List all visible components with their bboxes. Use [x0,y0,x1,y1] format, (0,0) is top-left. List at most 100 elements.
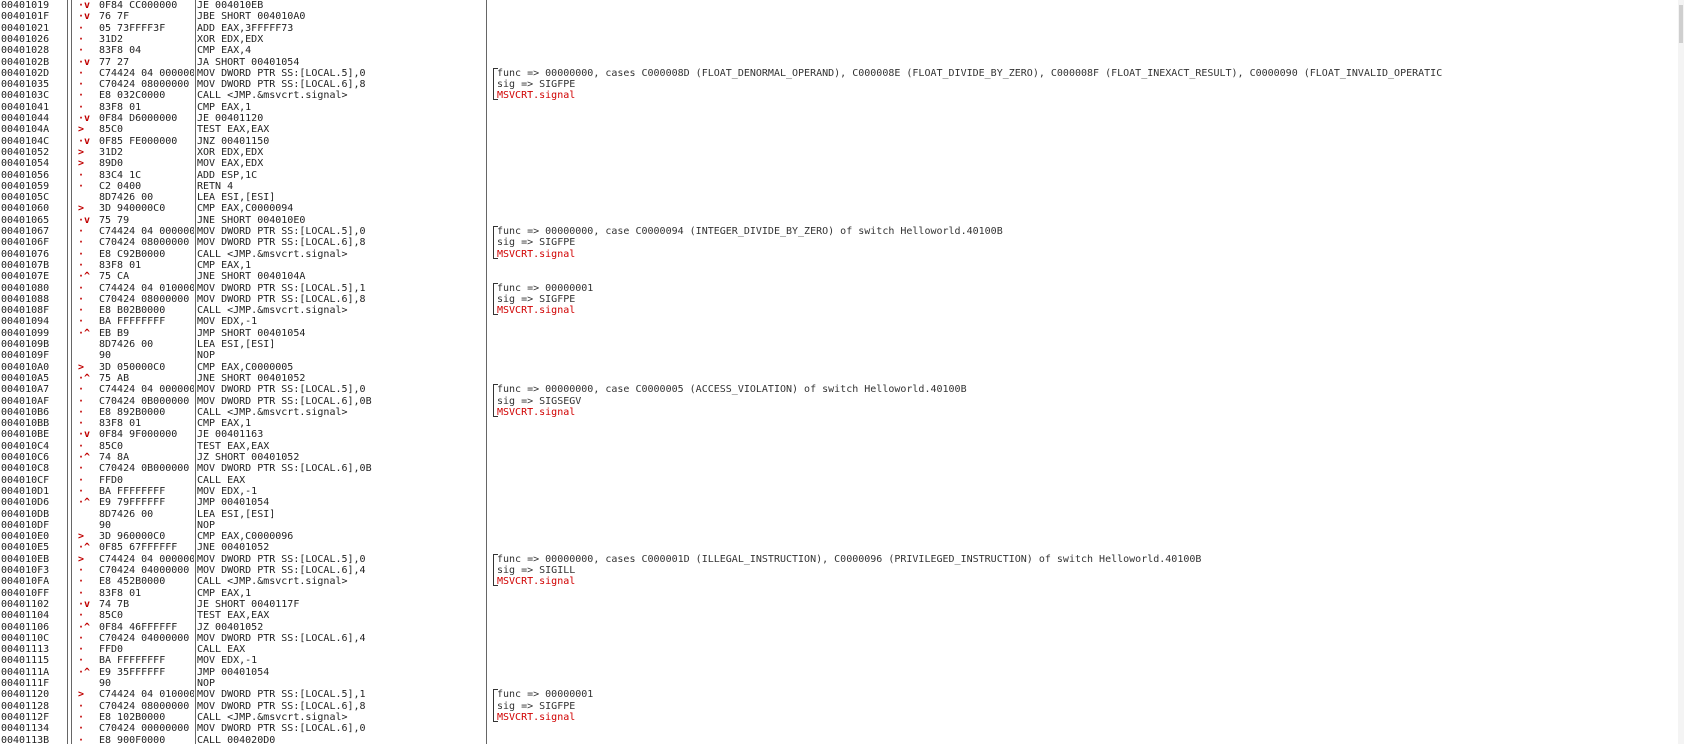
address-cell: 00401026 [1,33,50,45]
code-row[interactable]: 0040109B 8D7426 00 LEA ESI,[ESI] [0,339,1684,350]
code-row[interactable]: 00401067 · C74424 04 00000000MOV DWORD PTR… [0,226,1684,238]
code-row[interactable]: 00401052 >31D2 XOR EDX,EDX [0,147,1684,158]
code-row[interactable]: 00401080 · C74424 04 01000000MOV DWORD PTR… [0,282,1684,295]
jump-arrow-cell: · [78,33,85,45]
address-cell: 00401028 [1,45,50,57]
instruction-cell: MOV DWORD PTR SS:[LOCAL.5],0 [197,553,366,565]
instruction-cell: MOV DWORD PTR SS:[LOCAL.5],0 [197,384,366,396]
address-cell: 004010C8 [1,463,50,475]
jump-arrow-cell: · [78,734,85,746]
code-row[interactable]: 0040102D · C74424 04 00000000MOV DWORD PTR… [0,67,1684,80]
code-row[interactable]: 0040104C ·v 0F85 FE000000 JNZ 00401150 [0,136,1684,147]
address-cell: 004010CF [1,474,50,486]
code-row[interactable]: 00401115 · BA FFFFFFFF MOV EDX,-1 [0,655,1684,666]
code-row[interactable]: 00401044 ·v 0F84 D6000000 JE 00401120 [0,113,1684,124]
code-row[interactable]: 004010C6 ·^ 74 8A JZ SHORT 00401052 [0,452,1684,463]
code-row[interactable]: 004010DF 90 NOP [0,520,1684,531]
code-row[interactable]: 00401094 · BA FFFFFFFF MOV EDX,-1 [0,316,1684,327]
code-row[interactable]: 004010FF · 83F8 01 CMP EAX,1 [0,588,1684,599]
code-row[interactable]: 004010A0 >3D 050000C0 CMP EAX,C0000005 [0,362,1684,373]
instruction-cell: MOV EDX,-1 [197,655,258,667]
code-row[interactable]: 0040103C · E8 032C0000 CALL <JMP.&msvcrt.si… [0,90,1684,101]
code-row[interactable]: 004010D6 ·^ E9 79FFFFFF JMP 00401054 [0,497,1684,508]
code-row[interactable]: 00401134 · C70424 00000000 MOV DWORD PTR SS… [0,723,1684,734]
code-row[interactable]: 00401113 · FFD0 CALL EAX [0,644,1684,655]
code-row[interactable]: 0040111A ·^ E9 35FFFFFF JMP 00401054 [0,667,1684,678]
address-cell: 00401035 [1,79,50,91]
code-row[interactable]: 00401059 · C2 0400 RETN 4 [0,181,1684,192]
scrollbar-thumb[interactable] [1679,5,1683,43]
code-row[interactable]: 004010BB · 83F8 01 CMP EAX,1 [0,418,1684,429]
code-row[interactable]: 004010CF · FFD0 CALL EAX [0,475,1684,486]
vertical-scrollbar[interactable] [1678,0,1684,744]
code-row[interactable]: 00401102 ·v 74 7B JE SHORT 0040117F [0,599,1684,610]
disassembly-window: 00401019 ·v 0F84 CC000000 JE 004010EB 004010… [0,0,1684,746]
hex-bytes-cell: 85C0 [99,124,124,136]
code-row[interactable]: 00401028 · 83F8 04 CMP EAX,4 [0,45,1684,56]
code-row[interactable]: 00401106 ·^ 0F84 46FFFFFF JZ 00401052 [0,622,1684,633]
code-row[interactable]: 00401076 · E8 C92B0000 CALL <JMP.&msvcrt.si… [0,248,1684,260]
hex-bytes-cell: 0F85 67FFFFFF [99,542,178,554]
code-row[interactable]: 0040108F · E8 B02B0000 CALL <JMP.&msvcrt.si… [0,305,1684,316]
hex-bytes-cell: BA FFFFFFFF [99,485,166,497]
code-row[interactable]: 0040106F · C70424 08000000 MOV DWORD PTR SS… [0,237,1684,249]
code-row[interactable]: 00401099 ·^ EB B9 JMP SHORT 00401054 [0,328,1684,339]
code-row[interactable]: 00401035 · C70424 08000000 MOV DWORD PTR SS… [0,79,1684,91]
jump-arrow-cell: ·v [78,0,91,11]
address-cell: 00401113 [1,644,50,656]
code-row[interactable]: 0040107B · 83F8 01 CMP EAX,1 [0,260,1684,271]
code-row[interactable]: 00401065 ·v 75 79 JNE SHORT 004010E0 [0,215,1684,226]
code-row[interactable]: 004010D1 · BA FFFFFFFF MOV EDX,-1 [0,486,1684,497]
code-row[interactable]: 004010B6 · E8 892B0000 CALL <JMP.&msvcrt.si… [0,406,1684,418]
code-row[interactable]: 004010A7 · C74424 04 00000000MOV DWORD PTR… [0,384,1684,397]
jump-arrow-cell: · [78,723,85,735]
code-row[interactable]: 004010A5 ·^ 75 AB JNE SHORT 00401052 [0,373,1684,384]
code-row[interactable]: 004010EB > C74424 04 00000000MOV DWORD PTR… [0,553,1684,566]
code-row[interactable]: 004010E0 >3D 960000C0 CMP EAX,C0000096 [0,531,1684,542]
code-row[interactable]: 0040109F 90 NOP [0,350,1684,361]
address-cell: 00401041 [1,101,50,113]
code-row[interactable]: 004010AF · C70424 0B000000 MOV DWORD PTR SS… [0,395,1684,407]
code-row[interactable]: 0040112F · E8 102B0000 CALL <JMP.&msvcrt.si… [0,711,1684,723]
code-row[interactable]: 00401056 · 83C4 1C ADD ESP,1C [0,170,1684,181]
instruction-cell: JNE 00401052 [197,542,270,554]
address-cell: 00401019 [1,0,50,11]
code-row[interactable]: 004010C8 · C70424 0B000000 MOV DWORD PTR SS… [0,463,1684,474]
hex-bytes-cell: 0F84 D6000000 [99,113,178,124]
instruction-cell: JE 00401120 [197,113,264,124]
code-row[interactable]: 00401054 >89D0 MOV EAX,EDX [0,158,1684,169]
code-row[interactable]: 00401026 · 31D2 XOR EDX,EDX [0,34,1684,45]
code-row[interactable]: 00401019 ·v 0F84 CC000000 JE 004010EB [0,0,1684,11]
jump-arrow-cell: ·v [78,214,91,226]
code-row[interactable]: 0040110C · C70424 04000000 MOV DWORD PTR SS… [0,633,1684,644]
hex-bytes-cell: 74 8A [99,452,130,463]
code-row[interactable]: 00401128 · C70424 08000000 MOV DWORD PTR SS… [0,700,1684,712]
code-row[interactable]: 0040101F ·v 76 7F JBE SHORT 004010A0 [0,11,1684,22]
address-cell: 004010D6 [1,497,50,509]
instruction-cell: LEA ESI,[ESI] [197,192,276,204]
address-cell: 0040105C [1,192,50,204]
code-row[interactable]: 00401021 · 05 73FFFF3F ADD EAX,3FFFFF73 [0,23,1684,34]
code-row[interactable]: 004010DB 8D7426 00 LEA ESI,[ESI] [0,509,1684,520]
code-row[interactable]: 004010C4 · 85C0 TEST EAX,EAX [0,441,1684,452]
instruction-cell: NOP [197,678,216,689]
code-row[interactable]: 00401104 · 85C0 TEST EAX,EAX [0,610,1684,621]
hex-bytes-cell: 0F84 46FFFFFF [99,621,178,633]
address-cell: 00401088 [1,293,50,305]
code-row[interactable]: 00401041 · 83F8 01 CMP EAX,1 [0,102,1684,113]
code-row[interactable]: 00401088 · C70424 08000000 MOV DWORD PTR SS… [0,293,1684,306]
code-row[interactable]: 004010F3 · C70424 04000000 MOV DWORD PTR SS… [0,565,1684,577]
code-row[interactable]: 0040105C 8D7426 00 LEA ESI,[ESI] [0,192,1684,203]
code-row[interactable]: 0040111F 90 NOP [0,678,1684,689]
code-row[interactable]: 0040102B ·v 77 27 JA SHORT 00401054 [0,57,1684,68]
code-row[interactable]: 00401120 > C74424 04 01000000MOV DWORD PTR… [0,689,1684,702]
code-row[interactable]: 004010FA · E8 452B0000 CALL <JMP.&msvcrt.si… [0,576,1684,587]
code-row[interactable]: 0040107E ·^ 75 CA JNE SHORT 0040104A [0,271,1684,282]
jump-arrow-cell: · [78,67,85,79]
code-row[interactable]: 0040113B · E8 900F0000 CALL 004020D0 [0,735,1684,746]
code-row[interactable]: 004010E5 ·^ 0F85 67FFFFFF JNE 00401052 [0,542,1684,553]
code-row[interactable]: 004010BE ·v 0F84 9F000000 JE 00401163 [0,429,1684,440]
jump-arrow-cell: · [78,485,85,497]
code-row[interactable]: 00401060 >3D 940000C0 CMP EAX,C0000094 [0,203,1684,214]
code-row[interactable]: 0040104A >85C0 TEST EAX,EAX [0,124,1684,135]
